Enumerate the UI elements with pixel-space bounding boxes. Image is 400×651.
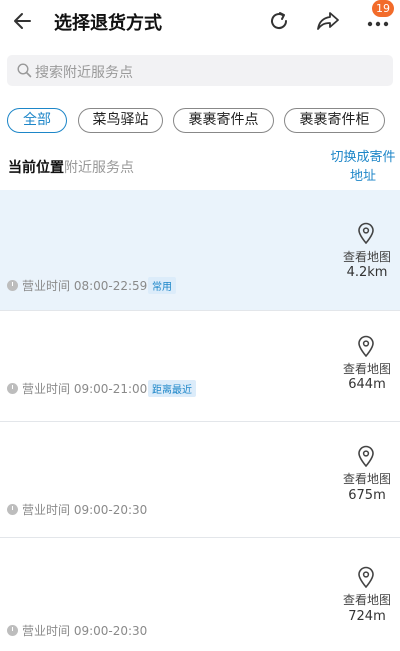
switch-link-line2: 地址 <box>349 169 376 184</box>
app-header: 选择退货方式 19 <box>0 0 400 44</box>
refresh-icon[interactable] <box>266 8 292 34</box>
filter-chip-all[interactable]: 全部 <box>7 108 67 133</box>
clock-icon <box>7 383 18 394</box>
business-hours-text: 营业时间 09:00-20:30 <box>22 624 148 638</box>
view-map-link[interactable]: 查看地图 <box>339 360 395 377</box>
business-hours: 营业时间 09:00-21:00 <box>7 380 147 397</box>
filter-chip-cainiao-station[interactable]: 菜鸟驿站 <box>78 108 163 133</box>
filter-bar: 全部 菜鸟驿站 裹裹寄件点 裹裹寄件柜 <box>0 108 400 134</box>
view-map-link[interactable]: 查看地图 <box>339 248 395 265</box>
view-map-link[interactable]: 查看地图 <box>339 591 395 608</box>
switch-to-sender-address-link[interactable]: 切换成寄件 地址 <box>326 148 400 186</box>
business-hours: 营业时间 09:00-20:30 <box>7 501 147 518</box>
view-map-link[interactable]: 查看地图 <box>339 470 395 487</box>
share-icon[interactable] <box>314 8 342 34</box>
page-title: 选择退货方式 <box>54 13 162 34</box>
location-pin-icon[interactable] <box>357 335 375 357</box>
notification-badge: 19 <box>372 0 394 17</box>
tag-frequent: 常用 <box>148 277 176 294</box>
clock-icon <box>7 280 18 291</box>
location-pin-icon[interactable] <box>357 566 375 588</box>
clock-icon <box>7 504 18 515</box>
switch-link-line1: 切换成寄件 <box>330 150 396 165</box>
location-pin-icon[interactable] <box>357 222 375 244</box>
distance-label: 4.2km <box>346 265 388 280</box>
search-icon <box>17 63 32 78</box>
distance-label: 675m <box>348 488 386 503</box>
business-hours: 营业时间 08:00-22:59 <box>7 277 147 294</box>
clock-icon <box>7 625 18 636</box>
tag-nearest: 距离最近 <box>148 380 196 397</box>
search-input[interactable]: 搜索附近服务点 <box>7 55 393 86</box>
distance-label: 644m <box>348 377 386 392</box>
list-item[interactable]: 查看地图 675m 营业时间 09:00-20:30 <box>0 422 400 538</box>
business-hours: 营业时间 09:00-20:30 <box>7 622 147 639</box>
list-item[interactable]: 查看地图 724m 营业时间 09:00-20:30 <box>0 538 400 651</box>
current-location-label: 当前位置 <box>8 160 64 176</box>
distance-label: 724m <box>348 609 386 624</box>
location-heading: 当前位置附近服务点 <box>8 157 134 177</box>
list-item[interactable]: 查看地图 644m 营业时间 09:00-21:00 距离最近 <box>0 311 400 422</box>
back-arrow-icon[interactable] <box>10 8 36 34</box>
business-hours-text: 营业时间 09:00-20:30 <box>22 503 148 517</box>
business-hours-text: 营业时间 09:00-21:00 <box>22 382 148 396</box>
filter-chip-guoguo-point[interactable]: 裹裹寄件点 <box>173 108 274 133</box>
nearby-points-label: 附近服务点 <box>64 160 134 176</box>
business-hours-text: 营业时间 08:00-22:59 <box>22 279 148 293</box>
search-placeholder: 搜索附近服务点 <box>35 65 133 81</box>
filter-chip-guoguo-locker[interactable]: 裹裹寄件柜 <box>284 108 385 133</box>
location-pin-icon[interactable] <box>357 445 375 467</box>
list-item[interactable]: 查看地图 4.2km 营业时间 08:00-22:59 常用 <box>0 190 400 311</box>
